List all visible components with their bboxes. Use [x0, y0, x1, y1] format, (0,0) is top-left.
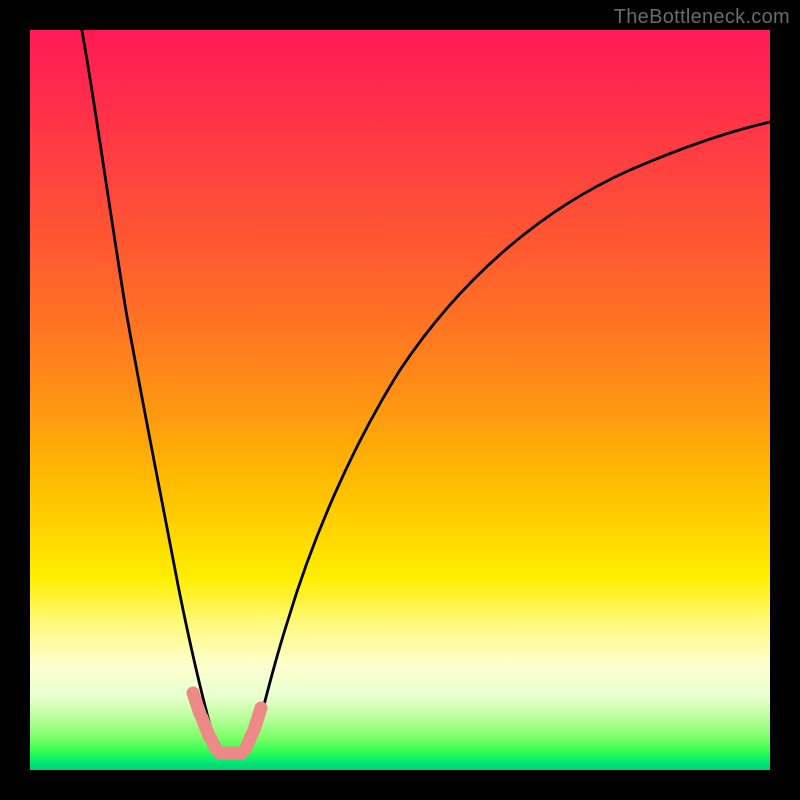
curve-layer: [30, 30, 770, 770]
plot-area: [30, 30, 770, 770]
chart-stage: TheBottleneck.com: [0, 0, 800, 800]
watermark-text: TheBottleneck.com: [614, 6, 790, 29]
bottleneck-curve: [82, 30, 770, 753]
